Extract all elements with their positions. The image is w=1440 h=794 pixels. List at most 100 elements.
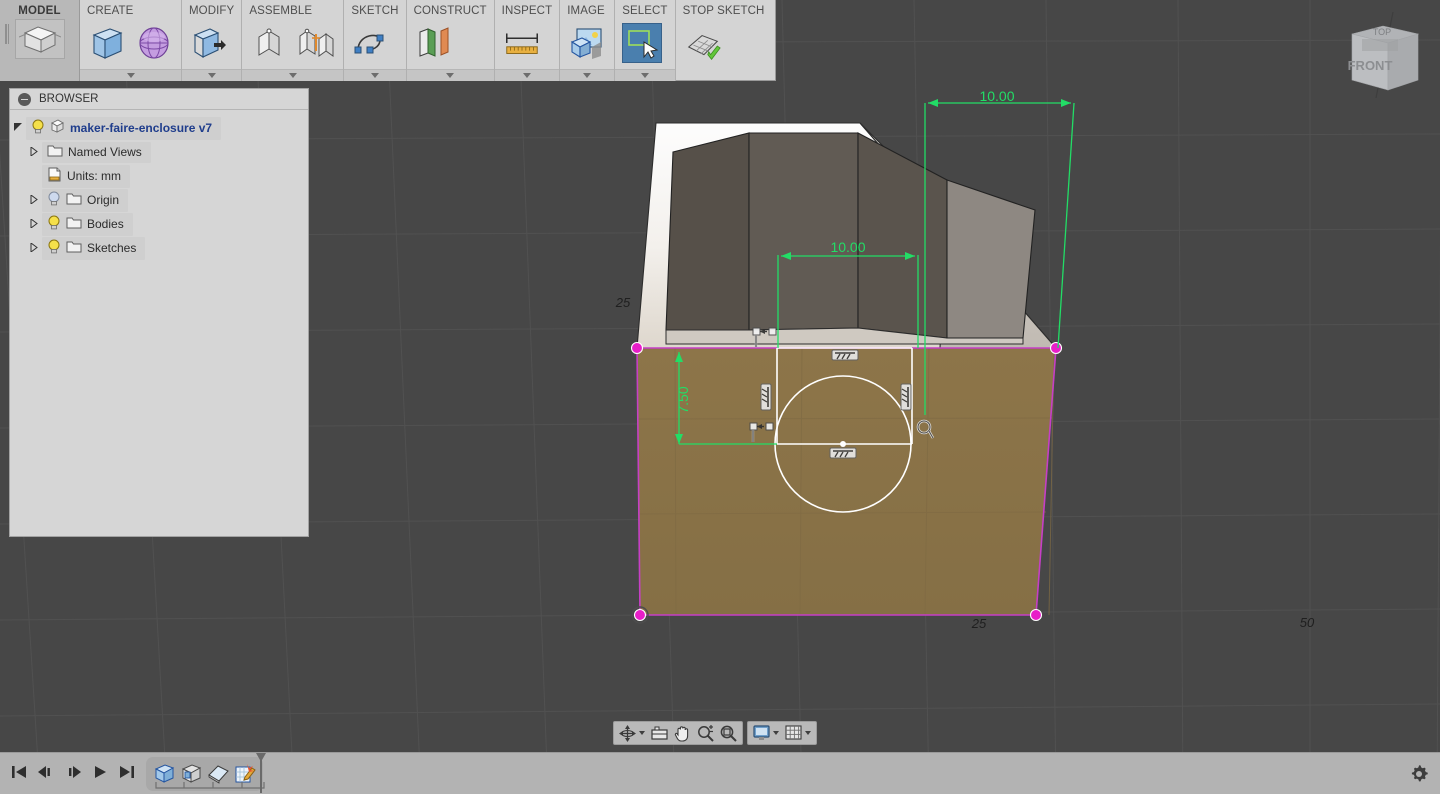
chevron-down-icon <box>126 73 135 78</box>
sketch-face <box>636 347 1057 616</box>
tree-item-origin[interactable]: Origin <box>10 188 308 212</box>
twisty-collapsed-icon[interactable] <box>26 145 42 158</box>
tree-item-document[interactable]: maker-faire-enclosure v7 <box>10 116 308 140</box>
light-bulb-icon[interactable] <box>47 191 61 209</box>
panel-stop-sketch[interactable]: STOP SKETCH <box>676 0 772 81</box>
twisty-expanded-icon[interactable] <box>10 122 26 134</box>
panel-select[interactable]: SELECT <box>615 0 676 81</box>
timeline-features[interactable] <box>146 753 266 793</box>
zoom-magnifier-button[interactable] <box>695 723 716 743</box>
vertical-constraint-icon <box>760 383 772 411</box>
select-tool-button[interactable] <box>622 23 663 63</box>
axis-label: 25 <box>971 616 987 631</box>
new-component-button[interactable] <box>249 23 289 63</box>
extrude-button[interactable] <box>87 23 127 63</box>
dimension-value: 10.00 <box>979 88 1014 104</box>
tree-item-bodies[interactable]: Bodies <box>10 212 308 236</box>
press-pull-button[interactable] <box>189 23 229 63</box>
panel-inspect-title: INSPECT <box>501 5 553 17</box>
tree-item-label: Origin <box>87 192 120 207</box>
nav-group-display[interactable] <box>747 721 817 745</box>
light-bulb-icon[interactable] <box>47 239 61 257</box>
canvas-image-button[interactable] <box>567 23 607 63</box>
tree-item-sketches[interactable]: Sketches <box>10 236 308 260</box>
twisty-collapsed-icon[interactable] <box>26 217 42 230</box>
chevron-down-icon[interactable] <box>805 731 811 735</box>
panel-assemble-dropdown[interactable] <box>242 69 344 81</box>
create-sketch-button[interactable] <box>351 23 391 63</box>
measure-button[interactable] <box>502 23 542 63</box>
ribbon-toolbar[interactable]: MODEL CREATE MODIFY ASSEMBLE SKETCH CONS… <box>0 0 776 81</box>
folder-icon <box>47 144 63 160</box>
twisty-collapsed-icon[interactable] <box>26 241 42 254</box>
panel-image-dropdown[interactable] <box>560 69 615 81</box>
joint-button[interactable] <box>296 23 336 63</box>
minus-circle-icon[interactable] <box>18 92 31 106</box>
panel-select-dropdown[interactable] <box>615 69 675 81</box>
panel-assemble[interactable]: ASSEMBLE <box>242 0 345 81</box>
panel-sketch[interactable]: SKETCH <box>344 0 407 81</box>
browser-header[interactable]: BROWSER <box>10 89 308 110</box>
panel-construct-title: CONSTRUCT <box>413 5 487 17</box>
chevron-down-icon <box>207 73 216 78</box>
dimension-value: 7.50 <box>675 386 691 413</box>
panel-inspect[interactable]: INSPECT <box>494 0 561 81</box>
panel-inspect-dropdown[interactable] <box>494 69 560 81</box>
workspace-cube-icon <box>14 19 65 59</box>
go-to-beginning-button[interactable] <box>10 762 28 782</box>
dimension-value: 10.00 <box>830 239 865 255</box>
browser-title: BROWSER <box>39 93 99 105</box>
tree-item-label: Sketches <box>87 240 137 255</box>
horizontal-constraint-icon <box>831 349 859 361</box>
panel-construct-dropdown[interactable] <box>406 69 494 81</box>
stop-sketch-button[interactable] <box>683 27 723 67</box>
light-bulb-icon[interactable] <box>31 119 45 137</box>
units-doc-icon <box>47 167 62 185</box>
panel-sketch-title: SKETCH <box>351 5 399 17</box>
panel-image[interactable]: IMAGE <box>560 0 616 81</box>
navigation-bar[interactable] <box>613 721 817 745</box>
nav-group-view[interactable] <box>613 721 743 745</box>
view-cube[interactable]: TOP FRONT <box>1336 12 1428 98</box>
step-back-button[interactable] <box>37 762 55 782</box>
vertical-constraint-icon <box>900 383 912 411</box>
fit-window-button[interactable] <box>718 723 739 743</box>
panel-create-dropdown[interactable] <box>80 69 181 81</box>
twisty-collapsed-icon[interactable] <box>26 193 42 206</box>
view-cube-front-label: FRONT <box>1348 58 1393 73</box>
tab-model-label: MODEL <box>18 5 61 17</box>
panel-sketch-dropdown[interactable] <box>344 69 406 81</box>
browser-panel[interactable]: BROWSER maker-faire-enclosure v7 Named V… <box>9 88 309 537</box>
panel-modify[interactable]: MODIFY <box>182 0 243 81</box>
tree-item-units[interactable]: Units: mm <box>10 164 308 188</box>
tab-model[interactable]: MODEL <box>0 0 80 81</box>
step-forward-button[interactable] <box>64 762 82 782</box>
horizontal-constraint-icon <box>829 447 857 459</box>
panel-modify-dropdown[interactable] <box>182 69 242 81</box>
ribbon-grip[interactable] <box>5 24 9 44</box>
tree-item-named-views[interactable]: Named Views <box>10 140 308 164</box>
chevron-down-icon <box>370 73 379 78</box>
document-cube-icon <box>50 118 65 137</box>
look-at-button[interactable] <box>649 723 670 743</box>
display-settings-button[interactable] <box>751 723 772 743</box>
offset-plane-button[interactable] <box>414 23 454 63</box>
panel-construct[interactable]: CONSTRUCT <box>406 0 495 81</box>
orbit-button[interactable] <box>617 723 638 743</box>
gear-icon[interactable] <box>1406 761 1432 787</box>
chevron-down-icon[interactable] <box>773 731 779 735</box>
light-bulb-icon[interactable] <box>47 215 61 233</box>
pan-hand-button[interactable] <box>672 723 693 743</box>
go-to-end-button[interactable] <box>118 762 136 782</box>
chevron-down-icon <box>583 73 592 78</box>
grid-snaps-button[interactable] <box>783 723 804 743</box>
panel-create[interactable]: CREATE <box>80 0 182 81</box>
sphere-button[interactable] <box>134 23 174 63</box>
play-button[interactable] <box>91 762 109 782</box>
view-cube-top-label: TOP <box>1373 27 1391 37</box>
tree-item-label: maker-faire-enclosure v7 <box>70 120 213 135</box>
chevron-down-icon[interactable] <box>639 731 645 735</box>
timeline-end-marker[interactable] <box>256 753 266 793</box>
timeline-bar[interactable] <box>0 752 1440 794</box>
browser-tree[interactable]: maker-faire-enclosure v7 Named Views Uni… <box>10 110 308 260</box>
